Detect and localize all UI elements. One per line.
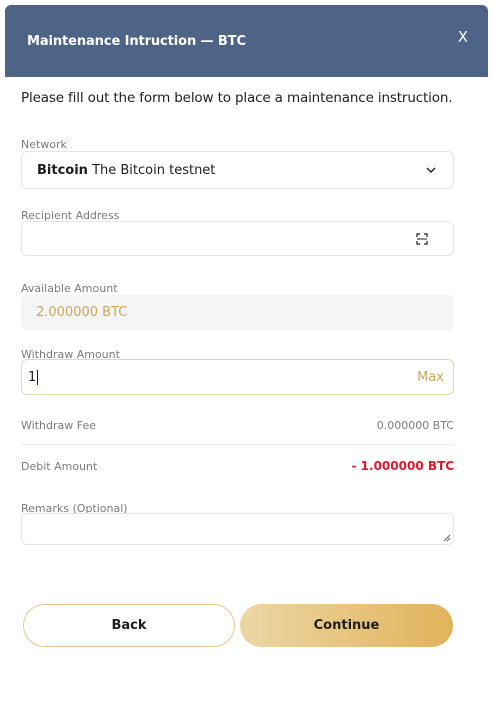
withdraw-fee-row: Withdraw Fee 0.000000 BTC [21,419,454,432]
withdraw-fee-label: Withdraw Fee [21,419,96,432]
recipient-address-input[interactable] [21,221,454,256]
qr-scan-icon[interactable] [416,232,428,245]
dialog-title: Maintenance Intruction — BTC [27,33,246,49]
network-description: The Bitcoin testnet [92,162,216,178]
remarks-textarea[interactable] [21,513,454,545]
withdraw-amount-value: 1 [28,369,37,385]
chevron-down-icon [426,167,436,173]
debit-amount-label: Debit Amount [21,459,98,473]
dialog-header: Maintenance Intruction — BTC X [5,5,488,77]
network-name: Bitcoin [37,162,88,178]
network-select[interactable]: Bitcoin The Bitcoin testnet [21,151,454,189]
available-amount-value: 2.000000 BTC [21,295,454,330]
withdraw-amount-wrap: 1 [22,369,39,385]
back-button[interactable]: Back [23,604,235,647]
divider [21,444,454,445]
resize-grip-icon[interactable] [443,534,451,542]
withdraw-amount-input[interactable]: 1 Max [21,359,454,395]
intro-text: Please fill out the form below to place … [21,90,453,106]
network-label: Network [21,138,67,151]
debit-amount-row: Debit Amount - 1.000000 BTC [21,459,454,473]
close-icon[interactable]: X [458,29,468,45]
continue-button[interactable]: Continue [240,604,453,647]
text-caret [37,369,39,385]
debit-amount-value: - 1.000000 BTC [351,459,454,473]
available-label: Available Amount [21,282,118,295]
withdraw-fee-value: 0.000000 BTC [376,419,454,432]
network-selected-value: Bitcoin The Bitcoin testnet [37,163,215,178]
max-button[interactable]: Max [417,370,444,385]
